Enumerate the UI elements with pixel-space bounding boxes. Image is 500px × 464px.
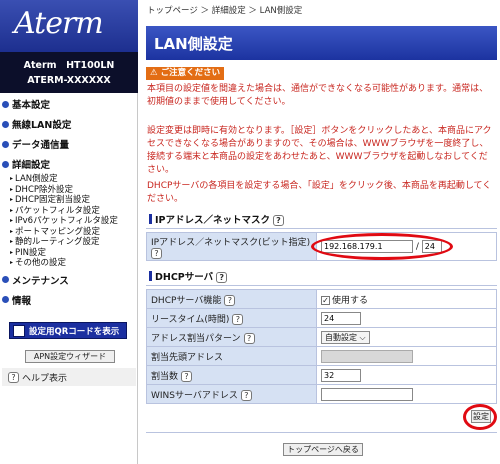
bullet-icon	[2, 160, 9, 168]
assign-count-input[interactable]	[321, 368, 361, 382]
nav-sub-ipv6-filter[interactable]: IPv6パケットフィルタ設定	[0, 214, 138, 226]
nav-sub-dhcp-fixed[interactable]: DHCP固定割当設定	[0, 193, 138, 205]
qr-code-icon	[13, 324, 25, 337]
bullet-icon	[2, 100, 9, 108]
nav-menu: 基本設定 無線LAN設定 データ通信量 詳細設定 LAN側設定 DHCP除外設定…	[0, 97, 138, 313]
divider	[146, 432, 497, 433]
sidebar: Aterm Aterm HT100LN ATERM-XXXXXX 基本設定 無線…	[0, 0, 138, 464]
warning-message-2: 設定変更は即時に有効となります。［設定］ボタンをクリックしたあと、本商品にアクセ…	[147, 126, 492, 175]
nav-wireless[interactable]: 無線LAN設定	[0, 117, 138, 131]
help-link[interactable]: ? ヘルプ表示	[2, 368, 136, 386]
warning-icon: ⚠	[150, 68, 158, 78]
start-address-row: 割当先頭アドレス	[146, 346, 497, 366]
bullet-icon	[2, 296, 9, 303]
caution-badge: ⚠ ご注意ください	[146, 67, 225, 80]
dhcp-table: DHCPサーバ機能? ✓使用する リースタイム(時間)? アドレス割当パターン?…	[146, 289, 497, 404]
help-icon[interactable]: ?	[232, 313, 244, 325]
chevron-down-icon: ⌵	[359, 332, 366, 342]
help-icon[interactable]: ?	[224, 294, 236, 306]
main-content: トップページ ＞ 詳細設定 ＞ LAN側設定 LAN側設定 ⚠ ご注意ください …	[143, 0, 500, 464]
nav-sub-static-routing[interactable]: 静的ルーティング設定	[0, 235, 138, 247]
nav-data-usage[interactable]: データ通信量	[0, 137, 138, 151]
ip-row-label: IPアドレス／ネットマスク(ビット指定)?	[146, 232, 317, 261]
nav-info[interactable]: 情報	[0, 293, 138, 307]
nav-maintenance[interactable]: メンテナンス	[0, 273, 138, 287]
model-name: Aterm HT100LN	[23, 60, 115, 71]
nav-sub-packet-filter[interactable]: パケットフィルタ設定	[0, 204, 138, 216]
nav-sub-pin[interactable]: PIN設定	[0, 246, 138, 258]
assign-pattern-row: アドレス割当パターン? 自動設定 ⌵	[146, 327, 497, 347]
wins-address-input[interactable]	[321, 387, 413, 401]
highlight-ring-set	[463, 404, 497, 430]
help-icon[interactable]: ?	[181, 370, 193, 382]
lease-time-row: リースタイム(時間)?	[146, 308, 497, 328]
bullet-icon	[2, 120, 9, 128]
bullet-icon	[2, 140, 9, 148]
warning-message-1: 本項目の設定値を間違えた場合は、通信ができなくなる可能性があります。通常は、初期…	[147, 84, 489, 107]
start-address-input	[321, 349, 413, 363]
nav-sub-other[interactable]: その他の設定	[0, 256, 138, 268]
ip-section-title: IPアドレス／ネットマスク?	[146, 214, 497, 229]
show-qr-button[interactable]: 設定用QRコードを表示	[9, 322, 127, 339]
breadcrumb[interactable]: トップページ ＞ 詳細設定 ＞ LAN側設定	[147, 4, 302, 16]
help-icon[interactable]: ?	[216, 272, 228, 283]
highlight-ring-ip	[311, 233, 453, 260]
help-icon[interactable]: ?	[273, 215, 284, 226]
lease-time-input[interactable]	[321, 311, 361, 325]
dhcp-enable-checkbox[interactable]: ✓	[321, 295, 330, 305]
nav-basic[interactable]: 基本設定	[0, 97, 138, 111]
apn-wizard-button[interactable]: APN設定ウィザード	[25, 350, 115, 363]
dhcp-section-title: DHCPサーバ?	[146, 271, 497, 286]
model-info: Aterm HT100LN ATERM-XXXXXX	[0, 52, 138, 93]
nav-sub-port-mapping[interactable]: ポートマッピング設定	[0, 225, 138, 237]
dhcp-function-row: DHCPサーバ機能? ✓ 使用する	[146, 289, 497, 309]
help-icon[interactable]: ?	[243, 332, 255, 344]
assign-count-row: 割当数?	[146, 365, 497, 385]
aterm-logo: Aterm	[0, 0, 138, 52]
warning-message-3: DHCPサーバの各項目を設定する場合、「設定」をクリック後、本商品を再起動してく…	[147, 181, 492, 204]
bullet-icon	[2, 276, 9, 283]
assign-pattern-select[interactable]: 自動設定 ⌵	[321, 330, 370, 344]
help-icon[interactable]: ?	[151, 247, 162, 259]
nav-sub-lan[interactable]: LAN側設定	[0, 172, 138, 184]
wins-row: WINSサーバアドレス?	[146, 384, 497, 404]
nav-sub-dhcp-exclude[interactable]: DHCP除外設定	[0, 183, 138, 195]
nav-detail[interactable]: 詳細設定	[0, 157, 138, 171]
help-icon[interactable]: ?	[240, 389, 252, 401]
back-to-top-button[interactable]: トップページへ戻る	[283, 443, 363, 456]
help-icon: ?	[8, 371, 19, 383]
device-id: ATERM-XXXXXX	[27, 75, 111, 86]
page-title: LAN側設定	[146, 26, 497, 60]
